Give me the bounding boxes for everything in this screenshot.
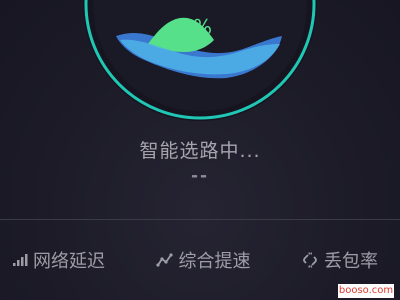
tab-packet-loss[interactable]: 丢包率 <box>301 247 378 273</box>
tab-label: 综合提速 <box>178 251 251 272</box>
percent-symbol: % <box>193 15 212 39</box>
tab-label: 丢包率 <box>324 251 378 272</box>
status-text: 智能选路中... <box>139 140 261 162</box>
signal-bars-icon <box>13 254 28 266</box>
tab-label: 网络延迟 <box>33 251 105 272</box>
speed-gauge: % <box>83 0 317 121</box>
app-screen: % 智能选路中... -- 网络延迟 综合提速 丢包率 booso.com <box>0 0 400 300</box>
tab-overall-speedup[interactable]: 综合提速 <box>155 247 251 273</box>
trend-line-icon <box>155 253 173 267</box>
watermark: booso.com <box>338 284 394 298</box>
status-value: -- <box>190 166 210 186</box>
broken-link-icon <box>303 252 317 268</box>
tab-network-latency[interactable]: 网络延迟 <box>12 247 105 273</box>
